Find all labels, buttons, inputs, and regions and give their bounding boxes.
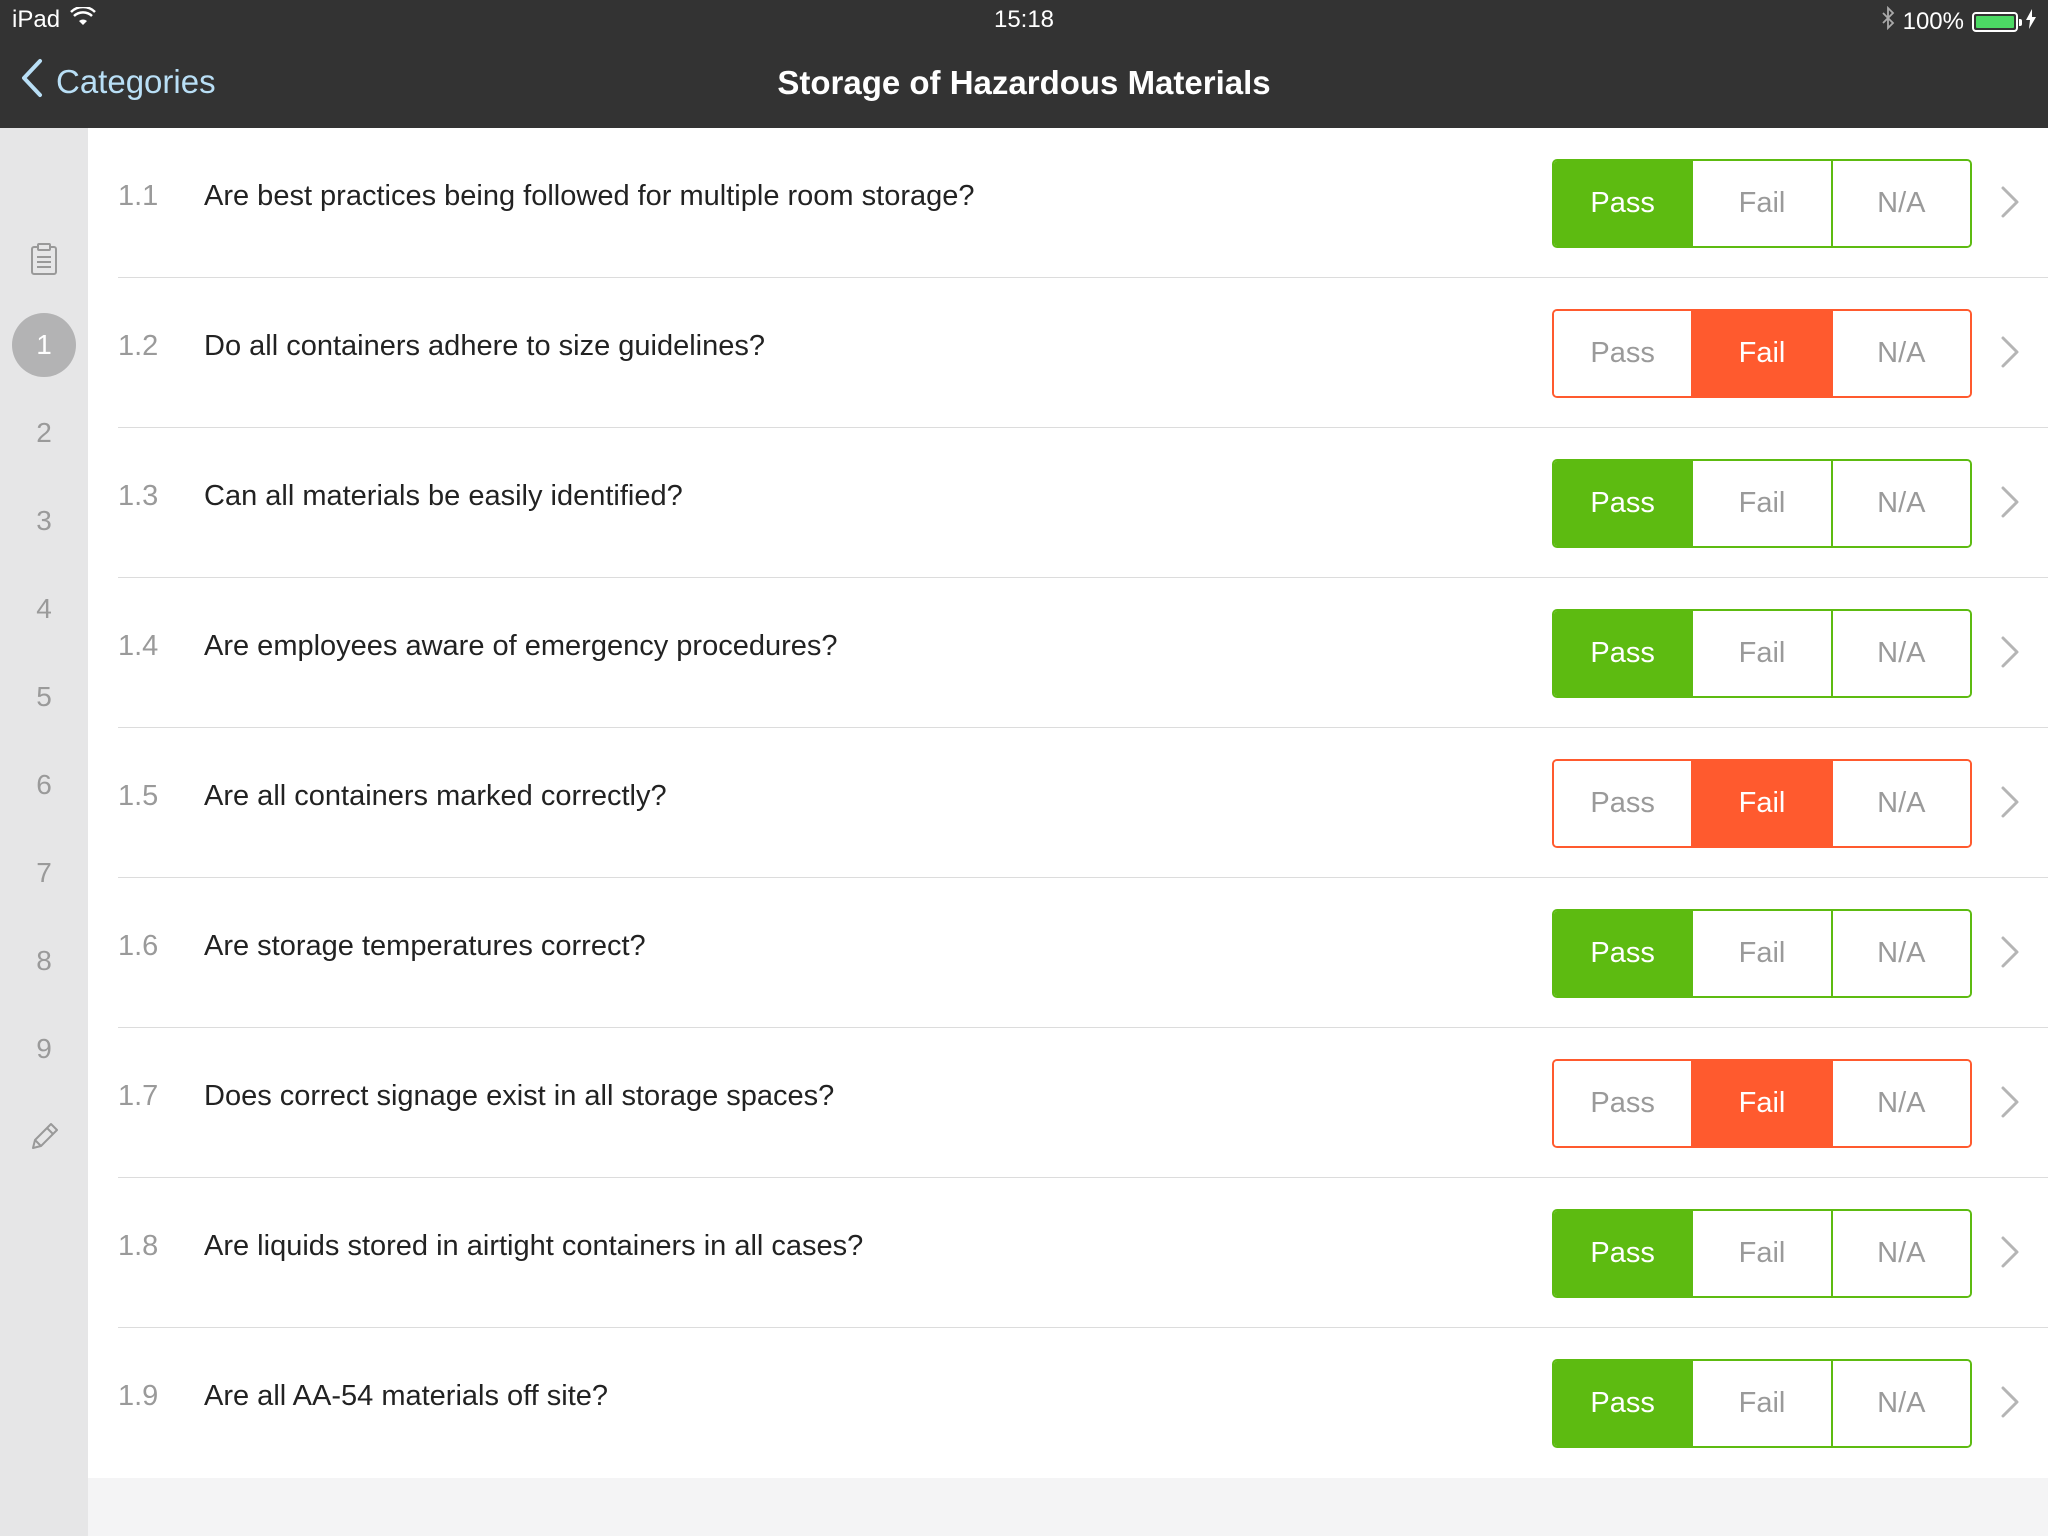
chevron-right-icon[interactable] <box>1998 184 2022 220</box>
result-segmented-control: Pass Fail N/A <box>1552 909 1972 998</box>
pass-option[interactable]: Pass <box>1554 161 1692 246</box>
item-number: 1.9 <box>118 1380 159 1412</box>
item-question: Are all containers marked correctly? <box>204 780 667 812</box>
pass-option[interactable]: Pass <box>1554 911 1692 996</box>
checklist-row[interactable]: 1.7 Does correct signage exist in all sto… <box>118 1028 2048 1178</box>
pass-option[interactable]: Pass <box>1554 1211 1692 1296</box>
fail-option[interactable]: Fail <box>1691 611 1831 696</box>
na-option[interactable]: N/A <box>1830 1361 1970 1446</box>
checklist: 1.1 Are best practices being followed for… <box>88 128 2048 1478</box>
clipboard-icon[interactable] <box>26 241 62 277</box>
result-segmented-control: Pass Fail N/A <box>1552 459 1972 548</box>
result-segmented-control: Pass Fail N/A <box>1552 309 1972 398</box>
chevron-right-icon[interactable] <box>1998 1384 2022 1420</box>
top-bar: iPad 15:18 100% Categories Storage of Ha… <box>0 0 2048 128</box>
checklist-row[interactable]: 1.6 Are storage temperatures correct? Pass… <box>118 878 2048 1028</box>
result-segmented-control: Pass Fail N/A <box>1552 1209 1972 1298</box>
page-title: Storage of Hazardous Materials <box>777 64 1271 101</box>
result-segmented-control: Pass Fail N/A <box>1552 759 1972 848</box>
status-right: 100% <box>1881 5 2036 37</box>
na-option[interactable]: N/A <box>1830 1211 1970 1296</box>
checklist-row[interactable]: 1.8 Are liquids stored in airtight contai… <box>118 1178 2048 1328</box>
pass-option[interactable]: Pass <box>1554 461 1692 546</box>
chevron-right-icon[interactable] <box>1998 334 2022 370</box>
fail-option[interactable]: Fail <box>1691 311 1831 396</box>
item-question: Are storage temperatures correct? <box>204 930 646 962</box>
chevron-right-icon[interactable] <box>1998 484 2022 520</box>
section-3[interactable]: 3 <box>12 489 76 553</box>
chevron-right-icon[interactable] <box>1998 1084 2022 1120</box>
fail-option[interactable]: Fail <box>1691 911 1831 996</box>
fail-option[interactable]: Fail <box>1691 1361 1831 1446</box>
item-question: Are best practices being followed for mu… <box>204 180 975 212</box>
pass-option[interactable]: Pass <box>1554 1361 1692 1446</box>
na-option[interactable]: N/A <box>1830 611 1970 696</box>
section-5[interactable]: 5 <box>12 665 76 729</box>
section-7[interactable]: 7 <box>12 841 76 905</box>
checklist-row[interactable]: 1.5 Are all containers marked correctly? P… <box>118 728 2048 878</box>
result-segmented-control: Pass Fail N/A <box>1552 1359 1972 1448</box>
section-2[interactable]: 2 <box>12 401 76 465</box>
pass-option[interactable]: Pass <box>1554 311 1692 396</box>
section-sidebar: 1 2 3 4 5 6 7 8 9 <box>0 128 88 1536</box>
pass-option[interactable]: Pass <box>1554 611 1692 696</box>
result-segmented-control: Pass Fail N/A <box>1552 609 1972 698</box>
pass-option[interactable]: Pass <box>1554 1061 1692 1146</box>
fail-option[interactable]: Fail <box>1691 1061 1831 1146</box>
item-number: 1.5 <box>118 780 159 812</box>
item-number: 1.4 <box>118 630 159 662</box>
item-question: Does correct signage exist in all storag… <box>204 1080 835 1112</box>
fail-option[interactable]: Fail <box>1691 761 1831 846</box>
section-6[interactable]: 6 <box>12 753 76 817</box>
na-option[interactable]: N/A <box>1830 911 1970 996</box>
chevron-right-icon[interactable] <box>1998 634 2022 670</box>
battery-percent: 100% <box>1902 7 1964 35</box>
checklist-row[interactable]: 1.9 Are all AA-54 materials off site? Pass… <box>118 1328 2048 1478</box>
item-question: Are employees aware of emergency procedu… <box>204 630 838 662</box>
section-9[interactable]: 9 <box>12 1017 76 1081</box>
checklist-row[interactable]: 1.4 Are employees aware of emergency proc… <box>118 578 2048 728</box>
na-option[interactable]: N/A <box>1830 311 1970 396</box>
checklist-row[interactable]: 1.3 Can all materials be easily identifie… <box>118 428 2048 578</box>
battery-level <box>1976 15 2014 28</box>
item-number: 1.7 <box>118 1080 159 1112</box>
item-question: Can all materials be easily identified? <box>204 480 683 512</box>
item-number: 1.6 <box>118 930 159 962</box>
item-question: Do all containers adhere to size guideli… <box>204 330 766 362</box>
chevron-right-icon[interactable] <box>1998 934 2022 970</box>
item-number: 1.8 <box>118 1230 159 1262</box>
chevron-right-icon[interactable] <box>1998 784 2022 820</box>
result-segmented-control: Pass Fail N/A <box>1552 1059 1972 1148</box>
fail-option[interactable]: Fail <box>1691 461 1831 546</box>
fail-option[interactable]: Fail <box>1691 1211 1831 1296</box>
item-question: Are liquids stored in airtight container… <box>204 1230 864 1262</box>
section-8[interactable]: 8 <box>12 929 76 993</box>
chevron-right-icon[interactable] <box>1998 1234 2022 1270</box>
item-number: 1.1 <box>118 180 159 212</box>
na-option[interactable]: N/A <box>1830 461 1970 546</box>
checklist-row[interactable]: 1.2 Do all containers adhere to size guid… <box>118 278 2048 428</box>
item-question: Are all AA-54 materials off site? <box>204 1380 609 1412</box>
na-option[interactable]: N/A <box>1830 1061 1970 1146</box>
na-option[interactable]: N/A <box>1830 761 1970 846</box>
section-4[interactable]: 4 <box>12 577 76 641</box>
pencil-icon[interactable] <box>26 1119 62 1155</box>
bluetooth-icon <box>1881 5 1895 37</box>
fail-option[interactable]: Fail <box>1691 161 1831 246</box>
na-option[interactable]: N/A <box>1830 161 1970 246</box>
pass-option[interactable]: Pass <box>1554 761 1692 846</box>
checklist-row[interactable]: 1.1 Are best practices being followed for… <box>118 128 2048 278</box>
status-time: 15:18 <box>993 6 1055 33</box>
battery-icon <box>1972 11 2022 32</box>
section-1[interactable]: 1 <box>12 313 76 377</box>
charging-icon <box>2026 8 2036 36</box>
item-number: 1.2 <box>118 330 159 362</box>
result-segmented-control: Pass Fail N/A <box>1552 159 1972 248</box>
item-number: 1.3 <box>118 480 159 512</box>
